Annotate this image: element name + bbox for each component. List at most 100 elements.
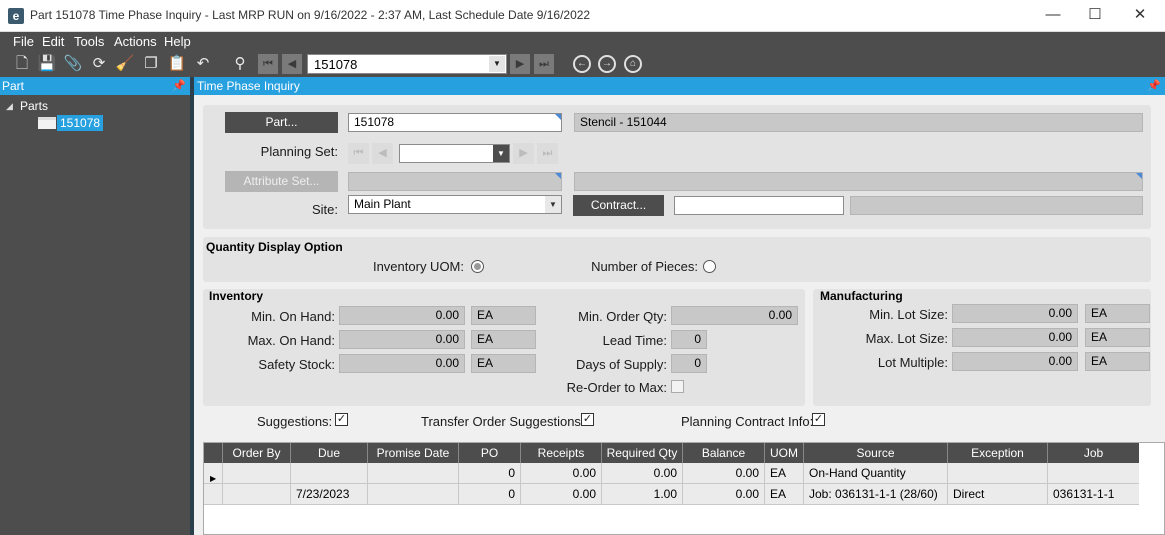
column-header-job[interactable]: Job xyxy=(1048,443,1139,463)
cell-job[interactable]: 036131-1-1 xyxy=(1048,484,1139,505)
cell-order-by[interactable] xyxy=(223,484,291,505)
app-logo-icon: e xyxy=(8,8,24,24)
menu-edit[interactable]: Edit xyxy=(42,34,64,49)
paste-icon[interactable]: 📋 xyxy=(167,54,187,74)
last-record-button[interactable]: ⏭ xyxy=(534,54,554,74)
field-corner-marker xyxy=(555,114,561,120)
min-on-hand-uom: EA xyxy=(471,306,536,325)
chevron-down-icon[interactable]: ▼ xyxy=(489,56,505,72)
lead-time-label: Lead Time: xyxy=(602,333,667,348)
next-record-button[interactable]: ▶ xyxy=(510,54,530,74)
cell-uom[interactable]: EA xyxy=(765,484,804,505)
pin-icon[interactable]: 📌 xyxy=(1147,79,1161,92)
column-header-required-qty[interactable]: Required Qty xyxy=(602,443,683,463)
planning-contract-info-label: Planning Contract Info: xyxy=(681,414,814,429)
search-binoculars-icon[interactable]: ⚲ xyxy=(230,54,250,74)
tree-node-selected-part[interactable]: 151078 xyxy=(57,115,104,131)
new-icon[interactable]: 🗋 xyxy=(12,54,32,74)
column-header-source[interactable]: Source xyxy=(804,443,948,463)
cell-exception[interactable] xyxy=(948,463,1048,484)
column-header-po[interactable]: PO xyxy=(459,443,521,463)
part-selector-combo[interactable]: 151078 ▼ xyxy=(307,54,507,74)
contract-field[interactable] xyxy=(674,196,844,215)
max-lot-size-label: Max. Lot Size: xyxy=(865,331,948,346)
tree-expand-icon[interactable]: ◢ xyxy=(6,101,13,112)
cell-due[interactable] xyxy=(291,463,368,484)
column-header-promise-date[interactable]: Promise Date xyxy=(368,443,459,463)
cell-source[interactable]: Job: 036131-1-1 (28/60) xyxy=(804,484,948,505)
row-selector[interactable]: ▶ xyxy=(204,463,223,484)
cell-po[interactable]: 0 xyxy=(459,484,521,505)
transfer-order-suggestions-checkbox[interactable]: ✓ xyxy=(581,413,594,426)
maximize-button[interactable]: ☐ xyxy=(1073,4,1117,28)
cell-balance[interactable]: 0.00 xyxy=(683,463,765,484)
cell-balance[interactable]: 0.00 xyxy=(683,484,765,505)
row-selector[interactable] xyxy=(204,484,223,505)
site-value: Main Plant xyxy=(354,197,411,211)
cell-po[interactable]: 0 xyxy=(459,463,521,484)
left-tree-panel: Part 📌 ◢ Parts 151078 xyxy=(0,77,190,535)
cell-due[interactable]: 7/23/2023 xyxy=(291,484,368,505)
reorder-to-max-checkbox xyxy=(671,380,684,393)
planning-set-combo[interactable]: ▼ xyxy=(399,144,510,163)
menu-tools[interactable]: Tools xyxy=(74,34,104,49)
chevron-down-icon[interactable]: ▼ xyxy=(493,145,509,162)
prev-record-button[interactable]: ◀ xyxy=(282,54,302,74)
max-on-hand-uom: EA xyxy=(471,330,536,349)
column-header-exception[interactable]: Exception xyxy=(948,443,1048,463)
cell-source[interactable]: On-Hand Quantity xyxy=(804,463,948,484)
cell-receipts[interactable]: 0.00 xyxy=(521,463,602,484)
menu-actions[interactable]: Actions xyxy=(114,34,157,49)
cell-promise-date[interactable] xyxy=(368,463,459,484)
column-header-receipts[interactable]: Receipts xyxy=(521,443,602,463)
close-button[interactable]: ✕ xyxy=(1118,4,1162,28)
inventory-uom-label: Inventory UOM: xyxy=(372,259,464,274)
pin-icon[interactable]: 📌 xyxy=(172,79,186,92)
contract-button[interactable]: Contract... xyxy=(573,195,664,216)
toolbar: 🗋 💾 📎 ⟳ 🧹 ❐ 📋 ↶ ⚲ ⏮ ◀ 151078 ▼ ▶ ⏭ ← → ⌂ xyxy=(0,51,1165,77)
table-row[interactable]: 7/23/2023 0 0.00 1.00 0.00 EA Job: 03613… xyxy=(204,484,1139,505)
home-icon[interactable]: ⌂ xyxy=(624,55,642,73)
back-icon[interactable]: ← xyxy=(573,55,591,73)
cell-required-qty[interactable]: 0.00 xyxy=(602,463,683,484)
menu-file[interactable]: File xyxy=(13,34,34,49)
planning-prev-button: ◀ xyxy=(372,143,393,164)
inventory-uom-radio[interactable] xyxy=(471,260,484,273)
number-of-pieces-radio[interactable] xyxy=(703,260,716,273)
copy-icon[interactable]: ❐ xyxy=(141,54,161,74)
column-header-uom[interactable]: UOM xyxy=(765,443,804,463)
minimize-button[interactable]: — xyxy=(1031,4,1075,28)
attach-icon[interactable]: 📎 xyxy=(63,54,83,74)
part-button[interactable]: Part... xyxy=(225,112,338,133)
cell-promise-date[interactable] xyxy=(368,484,459,505)
clear-icon[interactable]: 🧹 xyxy=(115,54,135,74)
menu-help[interactable]: Help xyxy=(164,34,191,49)
min-order-qty-label: Min. Order Qty: xyxy=(578,309,667,324)
suggestions-checkbox[interactable]: ✓ xyxy=(335,413,348,426)
chevron-down-icon[interactable]: ▼ xyxy=(545,196,561,213)
lot-multiple-field: 0.00 xyxy=(952,352,1078,371)
column-header-balance[interactable]: Balance xyxy=(683,443,765,463)
column-header-due[interactable]: Due xyxy=(291,443,368,463)
planning-next-button: ▶ xyxy=(513,143,534,164)
save-icon[interactable]: 💾 xyxy=(37,54,57,74)
column-header-order-by[interactable]: Order By xyxy=(223,443,291,463)
site-combo[interactable]: Main Plant ▼ xyxy=(348,195,562,214)
max-lot-size-field: 0.00 xyxy=(952,328,1078,347)
refresh-icon[interactable]: ⟳ xyxy=(89,54,109,74)
cell-receipts[interactable]: 0.00 xyxy=(521,484,602,505)
cell-uom[interactable]: EA xyxy=(765,463,804,484)
main-panel: Time Phase Inquiry 📌 Part... 151078 Sten… xyxy=(194,77,1165,535)
part-field[interactable]: 151078 xyxy=(348,113,562,132)
table-row[interactable]: ▶ 0 0.00 0.00 0.00 EA On-Hand Quantity xyxy=(204,463,1139,484)
min-on-hand-label: Min. On Hand: xyxy=(251,309,335,324)
undo-icon[interactable]: ↶ xyxy=(193,54,213,74)
tree-node-parts[interactable]: Parts xyxy=(20,99,48,113)
first-record-button[interactable]: ⏮ xyxy=(258,54,278,74)
forward-icon[interactable]: → xyxy=(598,55,616,73)
planning-contract-info-checkbox[interactable]: ✓ xyxy=(812,413,825,426)
cell-order-by[interactable] xyxy=(223,463,291,484)
cell-exception[interactable]: Direct xyxy=(948,484,1048,505)
cell-required-qty[interactable]: 1.00 xyxy=(602,484,683,505)
cell-job[interactable] xyxy=(1048,463,1139,484)
